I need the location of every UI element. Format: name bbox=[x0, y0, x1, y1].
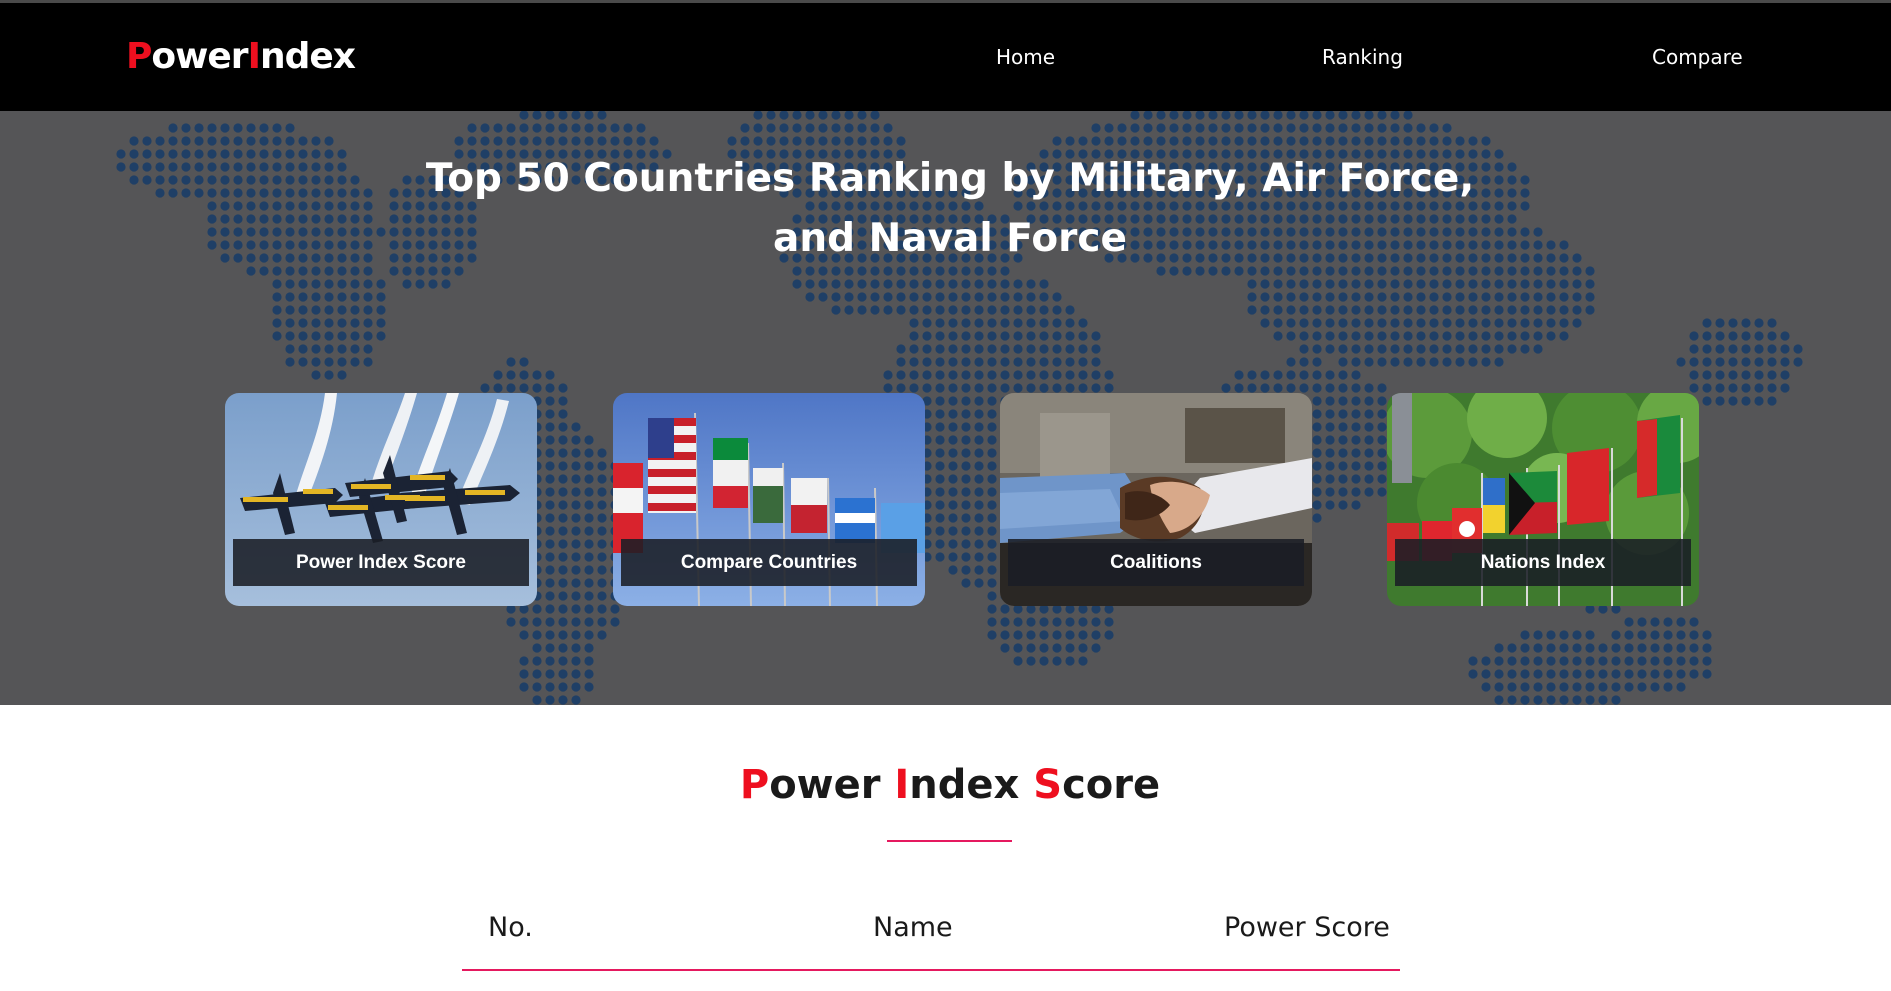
column-header-power-score[interactable]: Power Score bbox=[1224, 908, 1390, 948]
nav-compare-link[interactable]: Compare bbox=[1652, 43, 1743, 71]
site-logo[interactable]: PowerIndex bbox=[126, 33, 356, 81]
score-table-header: No. Name Power Score bbox=[462, 905, 1400, 971]
title-text-ower: ower bbox=[769, 762, 895, 808]
hero-section: Top 50 Countries Ranking by Military, Ai… bbox=[0, 111, 1891, 705]
card-compare-countries[interactable]: Compare Countries bbox=[613, 393, 925, 606]
logo-text-ndex: ndex bbox=[259, 36, 356, 77]
title-letter-i: I bbox=[894, 762, 910, 808]
card-label: Nations Index bbox=[1395, 539, 1691, 586]
column-header-name[interactable]: Name bbox=[873, 908, 953, 948]
nav-ranking-link[interactable]: Ranking bbox=[1322, 43, 1403, 71]
logo-text-ower: ower bbox=[151, 36, 248, 77]
title-letter-p: P bbox=[739, 762, 770, 808]
title-text-core: core bbox=[1062, 762, 1161, 808]
hero-title: Top 50 Countries Ranking by Military, Ai… bbox=[425, 156, 1475, 261]
title-letter-s: S bbox=[1033, 762, 1063, 808]
navbar: PowerIndex Home Ranking Compare bbox=[0, 3, 1891, 111]
card-label: Compare Countries bbox=[621, 539, 917, 586]
column-header-no[interactable]: No. bbox=[488, 908, 533, 948]
section-title-underline bbox=[887, 840, 1012, 842]
card-power-index-score[interactable]: Power Index Score bbox=[225, 393, 537, 606]
logo-letter-p: P bbox=[126, 36, 152, 77]
title-text-ndex: ndex bbox=[909, 762, 1034, 808]
card-label: Coalitions bbox=[1008, 539, 1304, 586]
nav-home-link[interactable]: Home bbox=[996, 43, 1055, 71]
card-coalitions[interactable]: Coalitions bbox=[1000, 393, 1312, 606]
section-title: Power Index Score bbox=[595, 758, 1305, 812]
card-label: Power Index Score bbox=[233, 539, 529, 586]
logo-letter-i: I bbox=[247, 36, 261, 77]
card-nations-index[interactable]: Nations Index bbox=[1387, 393, 1699, 606]
